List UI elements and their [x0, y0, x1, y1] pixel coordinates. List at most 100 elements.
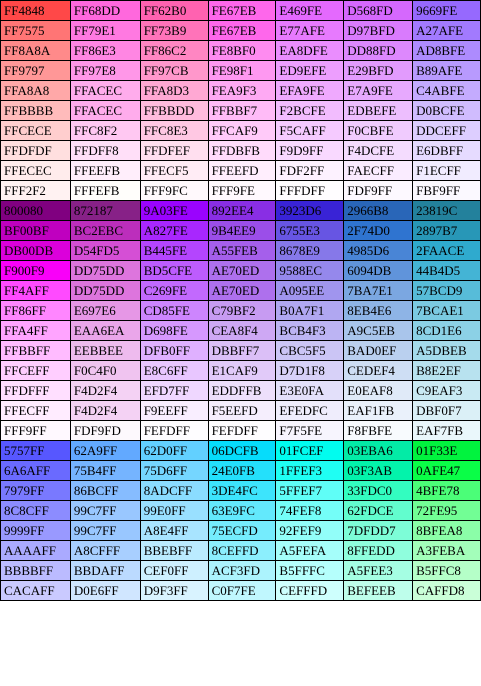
color-swatch-cell: 2F74D0 [343, 220, 414, 241]
swatch-row: FFBBFF EEBBEE DFB0FF DBBFF7 CBC5F5 BAD0EF A5DB… [0, 340, 481, 361]
color-swatch-cell: B8E2EF [412, 360, 481, 381]
color-swatch-cell: D54FD5 [69, 240, 141, 261]
color-swatch-cell: FEFDFF [207, 420, 277, 441]
color-swatch-cell: FFDFFF [0, 380, 71, 401]
color-swatch-cell: FFCEFF [0, 360, 71, 381]
color-swatch-cell: FFFEFB [69, 180, 141, 201]
color-swatch-cell: E29BFD [343, 60, 414, 81]
color-swatch-cell: FFDFEF [139, 140, 209, 161]
color-swatch-cell: 7979FF [0, 480, 71, 501]
color-swatch-cell: 33FDC0 [343, 480, 414, 501]
color-swatch-cell: 86BCFF [69, 480, 141, 501]
swatch-row: FF9797 FF97E8 FF97CB FE98F1 ED9EFE E29BFD B89A… [0, 60, 481, 81]
color-swatch-cell: CAFFD8 [412, 580, 481, 601]
color-swatch-cell: BAD0EF [343, 340, 414, 361]
color-swatch-cell: E697E6 [69, 300, 141, 321]
color-swatch-cell: FF79E1 [69, 20, 141, 41]
color-swatch-cell: 8FFEDD [343, 540, 414, 561]
swatch-row: 800080 872187 9A03FE 892EE4 3923D6 2966B8 2381… [0, 200, 481, 221]
color-swatch-cell: FF9797 [0, 60, 71, 81]
color-swatch-cell: BBEBFF [139, 540, 209, 561]
color-swatch-cell: EAA6EA [69, 320, 141, 341]
swatch-row: BBBBFF BBDAFF CEF0FF ACF3FD B5FFFC A5FEE3 B5FF… [0, 560, 481, 581]
color-swatch-cell: 800080 [0, 200, 71, 221]
color-swatch-cell: FF97CB [139, 60, 209, 81]
color-swatch-cell: BD5CFE [139, 260, 209, 281]
color-swatch-cell: FF86E3 [69, 40, 141, 61]
color-swatch-cell: ACF3FD [207, 560, 277, 581]
color-swatch-cell: FDF2FF [275, 160, 345, 181]
swatch-row: FFCEFF F0C4F0 E8C6FF E1CAF9 D7D1F8 CEDEF4 B8E2… [0, 360, 481, 381]
color-swatch-cell: EFD7FF [139, 380, 209, 401]
color-swatch-cell: EEBBEE [69, 340, 141, 361]
color-swatch-cell: E1CAF9 [207, 360, 277, 381]
color-swatch-cell: 62A9FF [69, 440, 141, 461]
color-swatch-cell: FF4AFF [0, 280, 71, 301]
color-swatch-cell: FAECFF [343, 160, 414, 181]
color-swatch-cell: FFDFF8 [69, 140, 141, 161]
swatch-row: FFDFFF F4D2F4 EFD7FF EDDFFB E3E0FA E0EAF8 C9EA… [0, 380, 481, 401]
color-swatch-cell: FFF9FE [207, 180, 277, 201]
swatch-row: FF4AFF DD75DD C269FE AE70ED A095EE 7BA7E1 57BC… [0, 280, 481, 301]
color-swatch-cell: BEFEEB [343, 580, 414, 601]
color-swatch-cell: C79BF2 [207, 300, 277, 321]
color-swatch-cell: FFA8A8 [0, 80, 71, 101]
color-swatch-cell: 24E0FB [207, 460, 277, 481]
color-swatch-cell: FF7575 [0, 20, 71, 41]
color-swatch-cell: 892EE4 [207, 200, 277, 221]
color-swatch-cell: CACAFF [0, 580, 71, 601]
color-swatch-cell: D97BFD [343, 20, 414, 41]
color-swatch-cell: F4D2F4 [69, 400, 141, 421]
color-swatch-cell: AE70ED [207, 260, 277, 281]
swatch-row: AAAAFF A8CFFF BBEBFF 8CEFFD A5FEFA 8FFEDD A3FE… [0, 540, 481, 561]
color-swatch-cell: 57BCD9 [412, 280, 481, 301]
swatch-row: 7979FF 86BCFF 8ADCFF 3DE4FC 5FFEF7 33FDC0 4BFE… [0, 480, 481, 501]
color-swatch-cell: CEA8F4 [207, 320, 277, 341]
color-swatch-cell: DBF0F7 [412, 400, 481, 421]
color-swatch-cell: A8CFFF [69, 540, 141, 561]
color-swatch-cell: 6755E3 [275, 220, 345, 241]
color-swatch-cell: A5FEFA [275, 540, 345, 561]
color-swatch-cell: 44B4D5 [412, 260, 481, 281]
color-swatch-cell: 7BCAE1 [412, 300, 481, 321]
color-swatch-cell: CBC5F5 [275, 340, 345, 361]
color-swatch-cell: FBF9FF [412, 180, 481, 201]
color-swatch-cell: A3FEBA [412, 540, 481, 561]
color-swatch-cell: FDF9FD [69, 420, 141, 441]
color-swatch-cell: FFBBF7 [207, 100, 277, 121]
color-swatch-cell: F5CAFF [275, 120, 345, 141]
color-swatch-cell: FFDBFB [207, 140, 277, 161]
color-swatch-cell: CEF0FF [139, 560, 209, 581]
color-swatch-cell: 99C7FF [69, 520, 141, 541]
color-swatch-cell: E0EAF8 [343, 380, 414, 401]
color-swatch-cell: 9588EC [275, 260, 345, 281]
color-swatch-cell: A5DBEB [412, 340, 481, 361]
swatch-row: 8C8CFF 99C7FF 99E0FF 63E9FC 74FEF8 62FDCE 72FE… [0, 500, 481, 521]
color-swatch-cell: A8E4FF [139, 520, 209, 541]
color-swatch-cell: 99C7FF [69, 500, 141, 521]
color-swatch-cell: 5757FF [0, 440, 71, 461]
color-swatch-cell: 2897B7 [412, 220, 481, 241]
swatch-row: FF8A8A FF86E3 FF86C2 FE8BF0 EA8DFE DD88FD AD8B… [0, 40, 481, 61]
color-swatch-cell: FE67EB [207, 20, 277, 41]
color-swatch-cell: B5FFFC [275, 560, 345, 581]
swatch-row: FFA8A8 FFACEC FFA8D3 FEA9F3 EFA9FE E7A9FE C4AB… [0, 80, 481, 101]
color-swatch-cell: FEA9F3 [207, 80, 277, 101]
color-swatch-cell: FE8BF0 [207, 40, 277, 61]
swatch-row: CACAFF D0E6FF D9F3FF C0F7FE CEFFFD BEFEEB CAFF… [0, 580, 481, 601]
swatch-row: FF86FF E697E6 CD85FE C79BF2 B0A7F1 8EB4E6 7BCA… [0, 300, 481, 321]
color-swatch-cell: FFEEFD [207, 160, 277, 181]
color-swatch-cell: FFACEC [69, 80, 141, 101]
color-swatch-cell: 2966B8 [343, 200, 414, 221]
color-swatch-cell: DD88FD [343, 40, 414, 61]
color-swatch-cell: 3DE4FC [207, 480, 277, 501]
color-swatch-cell: 4985D6 [343, 240, 414, 261]
color-swatch-cell: FE67EB [207, 0, 277, 21]
color-swatch-cell: 01F33E [412, 440, 481, 461]
color-swatch-cell: EDDFFB [207, 380, 277, 401]
color-swatch-cell: EAF7FB [412, 420, 481, 441]
swatch-row: FFCECE FFC8F2 FFC8E3 FFCAF9 F5CAFF F0CBFE DDCE… [0, 120, 481, 141]
color-swatch-table: FF4848 FF68DD FF62B0 FE67EB E469FE D568FD 9669… [0, 0, 481, 601]
color-swatch-cell: FFF2F2 [0, 180, 71, 201]
color-swatch-cell: FFCAF9 [207, 120, 277, 141]
